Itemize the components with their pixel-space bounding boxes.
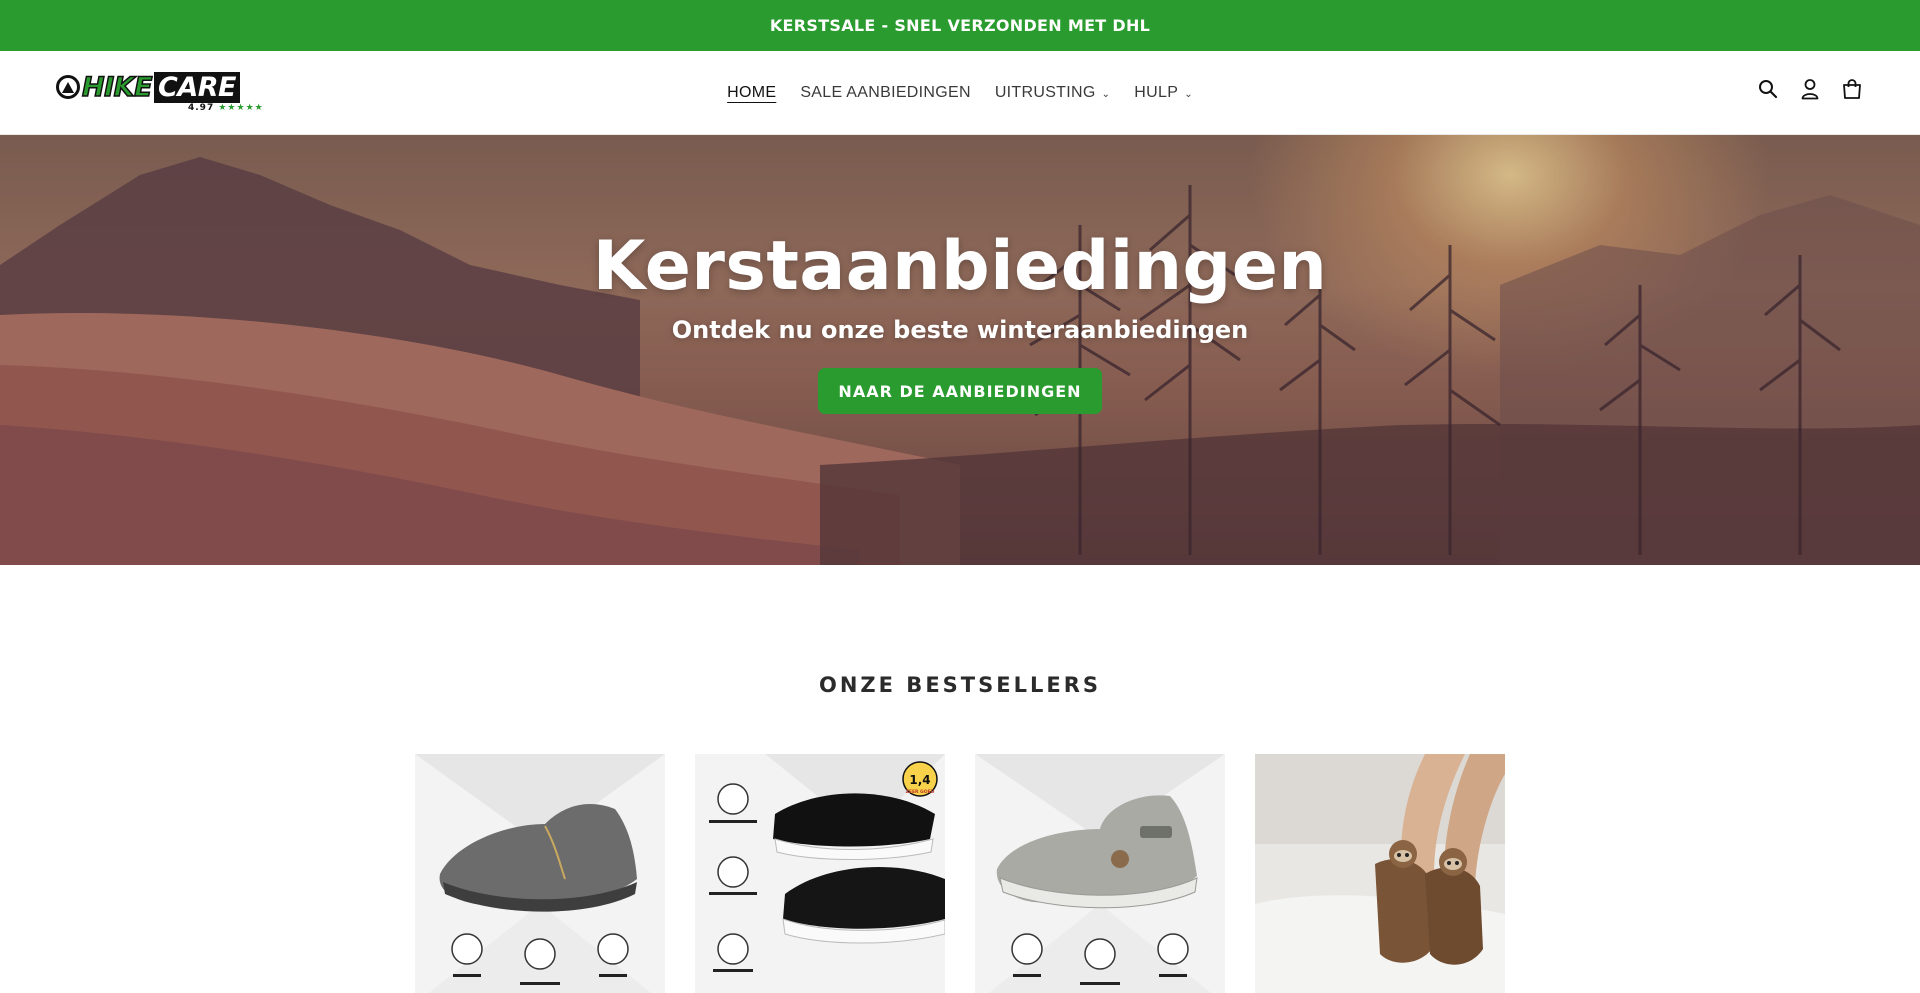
mountain-logo-icon bbox=[56, 75, 80, 99]
nav-item-hulp[interactable]: HULP ⌄ bbox=[1122, 76, 1205, 110]
chevron-down-icon: ⌄ bbox=[1101, 88, 1111, 100]
nav-item-home[interactable]: HOME bbox=[715, 76, 788, 110]
nav-item-label: HOME bbox=[727, 84, 777, 101]
logo-word-hike: HIKE bbox=[81, 72, 153, 104]
logo-rating-value: 4.97 bbox=[188, 103, 215, 113]
chevron-down-icon: ⌄ bbox=[1184, 88, 1193, 100]
logo-rating: 4.97 ★★★★★ bbox=[188, 103, 264, 113]
hero-subtitle: Ontdek nu onze beste winteraanbiedingen bbox=[671, 316, 1249, 344]
nav-item-label: UITRUSTING bbox=[994, 84, 1096, 101]
site-header: HIKE CARE 4.97 ★★★★★ HOME SALE AANBIEDING… bbox=[0, 51, 1920, 135]
search-icon[interactable] bbox=[1756, 77, 1780, 101]
announcement-text: KERSTSALE - SNEL VERZONDEN MET DHL bbox=[769, 16, 1151, 35]
nav-item-label: SALE AANBIEDINGEN bbox=[800, 84, 971, 101]
logo-rating-stars: ★★★★★ bbox=[218, 103, 264, 113]
nav-item-label: HULP bbox=[1134, 84, 1179, 101]
header-icons bbox=[1756, 77, 1864, 101]
product-card-grey-zip-shoe[interactable] bbox=[415, 754, 665, 993]
site-logo[interactable]: HIKE CARE 4.97 ★★★★★ bbox=[56, 72, 276, 115]
bestsellers-title: ONZE BESTSELLERS bbox=[819, 673, 1101, 697]
logo-word-care: CARE bbox=[154, 72, 240, 103]
nav-item-sale[interactable]: SALE AANBIEDINGEN bbox=[788, 76, 983, 110]
product-image-black-air-sneaker: 1,4 ZEER GOED bbox=[695, 754, 945, 993]
product-badge-value: 1,4 bbox=[909, 773, 930, 787]
account-icon[interactable] bbox=[1798, 77, 1822, 101]
product-grid: 1,4 ZEER GOED bbox=[415, 754, 1505, 993]
product-image-grey-high-top bbox=[975, 754, 1225, 993]
hero-cta-button[interactable]: NAAR DE AANBIEDINGEN bbox=[818, 368, 1102, 414]
product-image-grey-zip-shoe bbox=[415, 754, 665, 993]
nav-item-uitrusting[interactable]: UITRUSTING ⌄ bbox=[983, 76, 1122, 110]
product-card-grey-high-top[interactable] bbox=[975, 754, 1225, 993]
product-image-sloth-socks bbox=[1255, 754, 1505, 993]
announcement-bar: KERSTSALE - SNEL VERZONDEN MET DHL bbox=[0, 0, 1920, 51]
product-card-sloth-socks[interactable] bbox=[1255, 754, 1505, 993]
hero-banner: Kerstaanbiedingen Ontdek nu onze beste w… bbox=[0, 135, 1920, 565]
main-nav: HOME SALE AANBIEDINGEN UITRUSTING ⌄ HULP… bbox=[0, 51, 1920, 135]
hero-content: Kerstaanbiedingen Ontdek nu onze beste w… bbox=[0, 135, 1920, 565]
product-card-black-air-sneaker[interactable]: 1,4 ZEER GOED bbox=[695, 754, 945, 993]
product-badge-caption: ZEER GOED bbox=[906, 789, 935, 795]
cart-icon[interactable] bbox=[1840, 77, 1864, 101]
hero-title: Kerstaanbiedingen bbox=[592, 227, 1328, 306]
